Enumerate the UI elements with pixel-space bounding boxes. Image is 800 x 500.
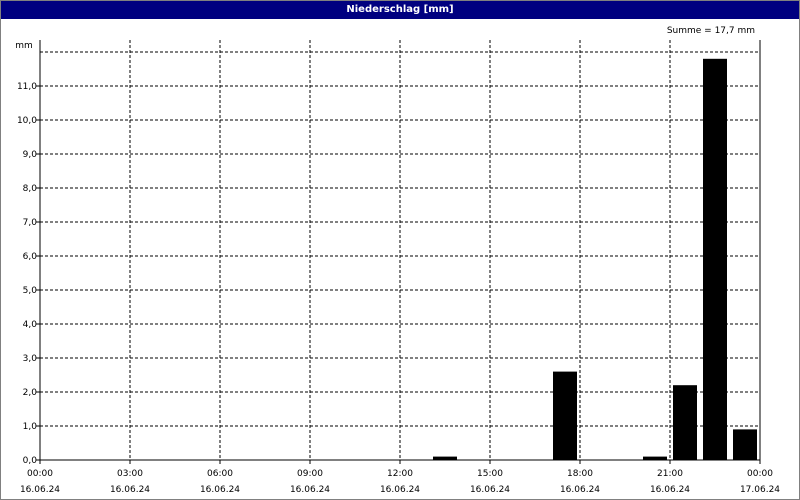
precipitation-bar — [433, 456, 457, 460]
y-tick-label: 4,0 — [23, 320, 38, 330]
y-tick-label: 7,0 — [23, 218, 38, 228]
y-tick-label: 5,0 — [23, 286, 38, 296]
x-tick-date: 16.06.24 — [110, 485, 150, 495]
x-tick-date: 16.06.24 — [470, 485, 510, 495]
y-tick-label: 9,0 — [23, 150, 38, 160]
x-tick-time: 18:00 — [567, 469, 593, 479]
x-tick-time: 21:00 — [657, 469, 683, 479]
y-tick-label: 2,0 — [23, 388, 38, 398]
y-tick-label: 3,0 — [23, 354, 38, 364]
x-tick-date: 16.06.24 — [380, 485, 420, 495]
x-tick-time: 06:00 — [207, 469, 233, 479]
precipitation-bar — [733, 429, 757, 460]
x-tick-time: 00:00 — [747, 469, 773, 479]
y-tick-label: 1,0 — [23, 422, 38, 432]
x-tick-date: 17.06.24 — [740, 485, 780, 495]
x-tick-time: 09:00 — [297, 469, 323, 479]
precipitation-bar — [553, 371, 577, 460]
y-axis-label: mm — [15, 41, 33, 51]
x-tick-date: 16.06.24 — [20, 485, 60, 495]
precipitation-bar — [703, 58, 727, 461]
x-tick-date: 16.06.24 — [290, 485, 330, 495]
x-tick-time: 12:00 — [387, 469, 413, 479]
y-tick-label: 10,0 — [17, 116, 37, 126]
x-tick-time: 03:00 — [117, 469, 143, 479]
precipitation-bar — [673, 385, 697, 460]
precipitation-bar — [643, 456, 667, 460]
y-tick-label: 0,0 — [23, 456, 38, 466]
y-tick-label: 8,0 — [23, 184, 38, 194]
x-tick-date: 16.06.24 — [200, 485, 240, 495]
x-tick-date: 16.06.24 — [650, 485, 690, 495]
x-tick-time: 00:00 — [27, 469, 53, 479]
x-tick-time: 15:00 — [477, 469, 503, 479]
y-tick-label: 11,0 — [17, 82, 37, 92]
precipitation-chart: 0,0 1,0 2,0 3,0 4,0 5,0 6,0 7,0 8,0 9,0 10,0 11,0 mm… — [15, 40, 780, 495]
y-tick-label: 6,0 — [23, 252, 38, 262]
x-tick-date: 16.06.24 — [560, 485, 600, 495]
